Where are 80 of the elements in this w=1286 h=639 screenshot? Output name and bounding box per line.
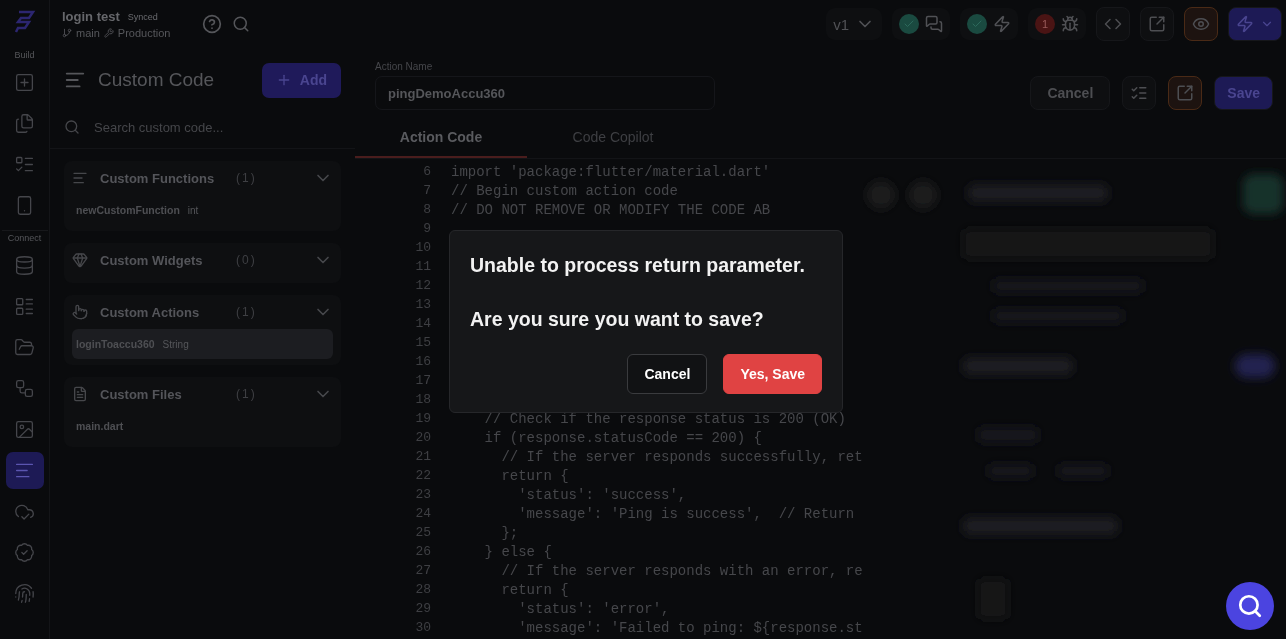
dialog-question: Are you sure you want to save?: [470, 307, 765, 332]
action-name-field[interactable]: pingDemoAccu360: [375, 76, 715, 110]
editor-tab[interactable]: Action Code: [355, 118, 527, 158]
code-line: 'status': 'success',: [517, 486, 687, 503]
app-logo-icon[interactable]: [13, 10, 36, 34]
badge-check-icon: [14, 542, 35, 563]
dialog-button[interactable]: Yes, Save: [723, 354, 822, 394]
search-icon: [1237, 593, 1263, 619]
gem-icon: [72, 252, 88, 268]
code-line: 'status': 'error',: [517, 600, 670, 617]
image-icon: [14, 419, 35, 440]
code-line: };: [500, 524, 519, 541]
lightning-icon: [1236, 15, 1254, 33]
lines-icon: [72, 170, 88, 186]
dialog-message: Unable to process return parameter.: [470, 253, 806, 278]
project-name: login test: [62, 9, 120, 24]
rail-section-label: Build: [14, 50, 35, 60]
chat-icon: [925, 15, 943, 33]
check-icon: [967, 14, 987, 34]
database-icon: [14, 255, 35, 276]
lightning-icon: [993, 15, 1011, 33]
format-code-button[interactable]: [1122, 76, 1157, 110]
wrench-icon: [103, 28, 114, 38]
sync-status: Synced: [127, 11, 158, 22]
code-line: // DO NOT REMOVE OR MODIFY THE CODE AB: [451, 201, 771, 218]
version-dropdown[interactable]: v1: [826, 8, 882, 40]
comments-status-button[interactable]: [892, 8, 950, 40]
code-line: return {: [500, 467, 569, 484]
layout-icon: [14, 296, 35, 317]
preview-button[interactable]: [1184, 7, 1218, 41]
file-icon: [72, 386, 88, 402]
branch-icon: [62, 28, 72, 38]
search-button[interactable]: [1226, 582, 1274, 630]
section-title: Custom Widgets: [100, 252, 204, 268]
external-link-icon: [1176, 84, 1195, 102]
code-line: // If the server responds successfully, ret: [500, 448, 863, 465]
folder-icon: [14, 337, 35, 358]
check-icon: [899, 14, 919, 34]
search-icon: [64, 119, 80, 135]
code-line: 'message': 'Failed to ping: ${response.st: [517, 619, 863, 636]
rail-section-label: Connect: [7, 233, 42, 243]
code-line: // Begin custom action code: [451, 182, 678, 199]
fingerprint-icon: [14, 583, 35, 604]
list-check-icon: [1130, 84, 1149, 102]
workflow-icon: [14, 378, 35, 399]
environment-name: Production: [117, 27, 171, 39]
cancel-button[interactable]: Cancel: [1030, 76, 1111, 110]
pointer-icon: [72, 304, 88, 320]
code-line: 'message': 'Ping is success', // Return: [517, 505, 855, 522]
add-widget-icon: [14, 72, 35, 93]
code-line: return {: [500, 581, 569, 598]
section-title: Custom Functions: [100, 170, 216, 186]
section-title: Custom Actions: [100, 304, 201, 320]
code-item[interactable]: main.dart: [72, 411, 333, 441]
bugs-button[interactable]: 1: [1028, 8, 1086, 40]
eye-icon: [1192, 15, 1210, 33]
bug-icon: [1061, 15, 1079, 33]
search-field[interactable]: Search custom code...: [92, 118, 341, 136]
code-line: if (response.statusCode == 200) {: [483, 429, 762, 446]
code-button[interactable]: [1096, 7, 1130, 41]
error-count: 1: [1035, 14, 1055, 34]
code-line: import 'package:flutter/material.dart': [451, 163, 771, 180]
open-external-button[interactable]: [1140, 7, 1174, 41]
save-button[interactable]: Save: [1214, 76, 1273, 110]
code-line: } else {: [483, 543, 552, 560]
panel-title: Custom Code: [98, 69, 216, 91]
run-button[interactable]: [1228, 7, 1282, 41]
help-icon[interactable]: [202, 14, 222, 34]
pages-icon: [14, 113, 35, 134]
code-line: // If the server responds with an error, re: [500, 562, 863, 579]
dialog-button[interactable]: Cancel: [627, 354, 708, 394]
actions-status-button[interactable]: [960, 8, 1018, 40]
open-external-button[interactable]: [1168, 76, 1203, 110]
external-link-icon: [1148, 15, 1166, 33]
code-item[interactable]: newCustomFunction int: [72, 195, 333, 225]
branch-name: main: [76, 27, 100, 39]
rail-nav-button[interactable]: [5, 452, 44, 489]
field-label: Action Name: [375, 61, 434, 72]
search-icon[interactable]: [232, 15, 250, 33]
section-title: Custom Files: [100, 386, 183, 402]
